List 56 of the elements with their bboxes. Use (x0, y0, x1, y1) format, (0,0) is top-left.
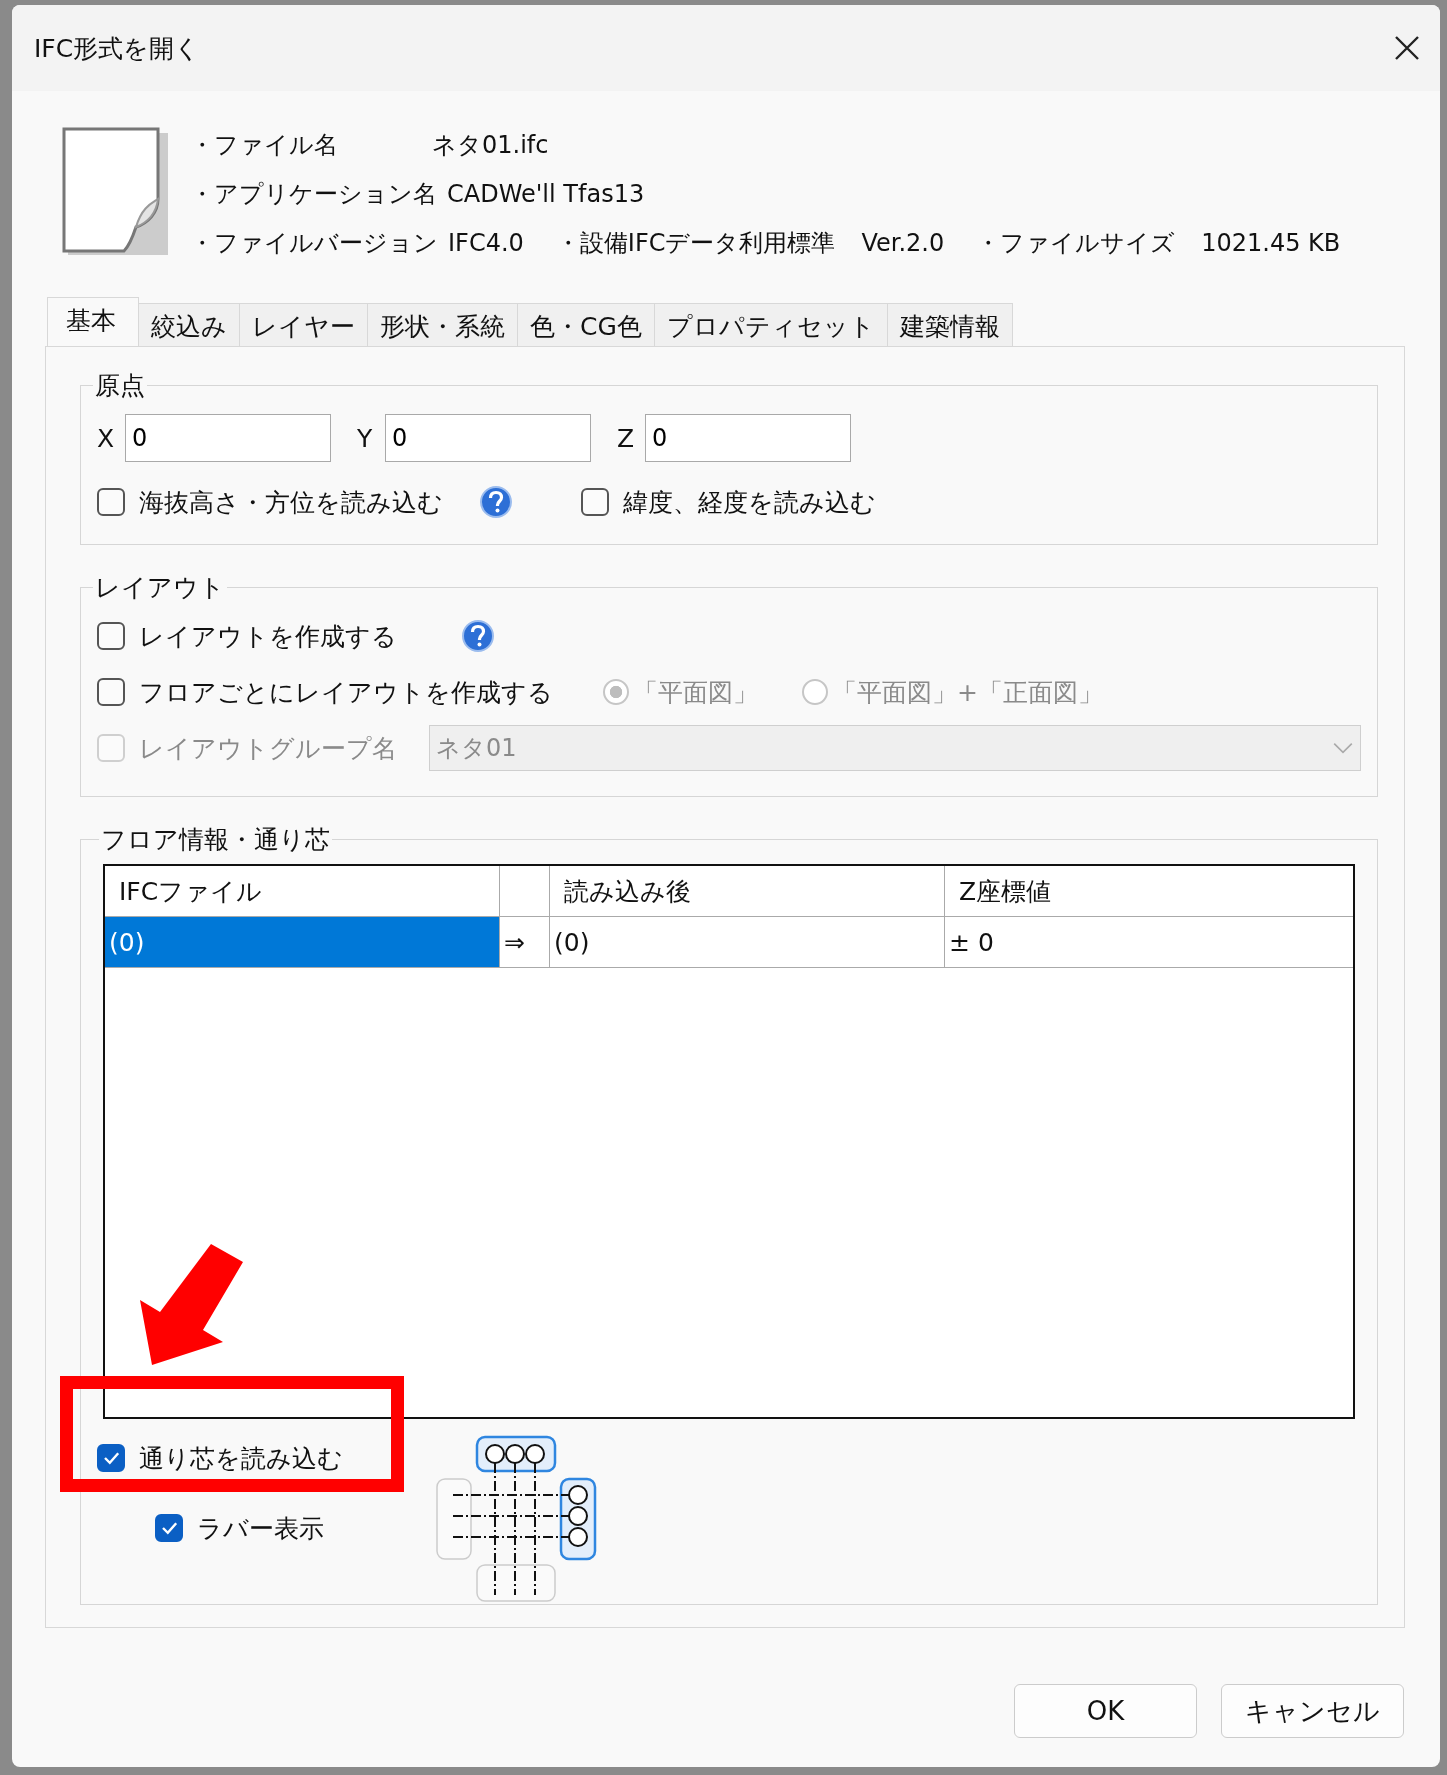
tab[interactable]: プロパティセット (653, 303, 888, 346)
input-field[interactable]: 0 (645, 414, 851, 462)
checkbox[interactable] (97, 678, 125, 706)
info-value: CADWe'll Tfas13 (447, 178, 645, 210)
column-header: Z座標値 (959, 875, 1052, 908)
checkbox[interactable] (155, 1514, 183, 1542)
info-label: ・アプリケーション名 (190, 178, 437, 210)
checkbox-label: レイアウトグループ名 (139, 732, 398, 765)
info-value: ネタ01.ifc (432, 129, 549, 161)
caret-icon (1332, 741, 1354, 755)
field-label: X (97, 423, 116, 453)
radio-label: 「平面図」+「正面図」 (832, 676, 1103, 709)
help-icon[interactable] (479, 485, 513, 519)
group-title: 原点 (94, 370, 146, 402)
input-field[interactable]: 0 (385, 414, 591, 462)
table-cell: ⇒ (500, 917, 550, 967)
column-header: 読み込み後 (564, 875, 691, 908)
checkbox-label: 海抜高さ・方位を読み込む (139, 486, 443, 519)
table-cell: (0) (550, 917, 945, 967)
column-header: IFCファイル (119, 875, 263, 908)
dialog-button[interactable]: OK (1014, 1684, 1197, 1738)
checkbox[interactable] (97, 1444, 125, 1472)
tab[interactable]: レイヤー (239, 303, 368, 346)
checkbox[interactable] (581, 488, 609, 516)
radio-label: 「平面図」 (633, 676, 758, 709)
info-label: ・ファイルバージョン (190, 227, 438, 259)
field-label: Z (617, 423, 636, 453)
table-cell-text: ± 0 (948, 926, 995, 959)
tab[interactable]: 形状・系統 (367, 303, 518, 346)
info-label: ・ファイルサイズ (976, 227, 1176, 259)
group-title: フロア情報・通り芯 (100, 824, 331, 856)
group-title: レイアウト (94, 572, 226, 604)
checkbox-label: 緯度、経度を読み込む (623, 486, 876, 519)
tab[interactable]: 基本 (47, 297, 139, 346)
checkbox-label: 通り芯を読み込む (139, 1442, 343, 1475)
window-title: IFC形式を開く (34, 32, 201, 65)
info-value: 1021.45 KB (1201, 227, 1341, 259)
tab[interactable]: 絞込み (138, 303, 240, 346)
info-value: IFC4.0 (448, 227, 524, 259)
info-label: ・ファイル名 (190, 129, 339, 161)
info-value: Ver.2.0 (861, 227, 945, 259)
checkbox-label: ラバー表示 (197, 1512, 324, 1545)
field-label: Y (357, 423, 374, 453)
close-icon[interactable] (1394, 35, 1420, 61)
grid-lines-drawing[interactable] (435, 1435, 597, 1603)
checkbox[interactable] (97, 622, 125, 650)
help-icon[interactable] (461, 619, 495, 653)
tab[interactable]: 色・CG色 (517, 303, 655, 346)
checkbox-label: フロアごとにレイアウトを作成する (139, 676, 553, 709)
checkbox-label: レイアウトを作成する (139, 620, 397, 653)
input-field[interactable]: 0 (125, 414, 331, 462)
checkbox[interactable] (97, 488, 125, 516)
tab[interactable]: 建築情報 (886, 303, 1013, 346)
table-cell: (0) (105, 917, 500, 967)
dialog-button[interactable]: キャンセル (1221, 1684, 1404, 1738)
info-label: ・設備IFCデータ利用標準 (555, 227, 836, 259)
